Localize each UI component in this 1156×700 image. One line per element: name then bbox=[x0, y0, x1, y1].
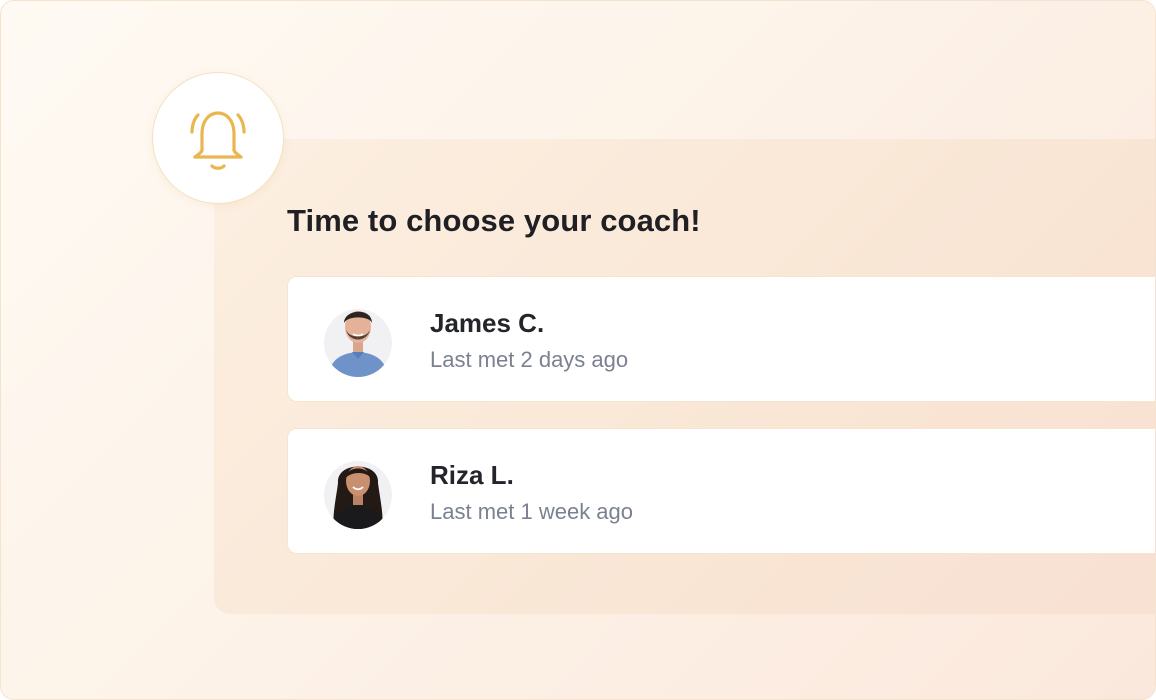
bell-icon bbox=[190, 111, 246, 170]
notification-title: Time to choose your coach! bbox=[287, 203, 701, 238]
coach-card-james[interactable]: James C. Last met 2 days ago bbox=[287, 276, 1155, 402]
coach-card-riza[interactable]: Riza L. Last met 1 week ago bbox=[287, 428, 1155, 554]
coach-last-met: Last met 2 days ago bbox=[430, 347, 629, 372]
coach-last-met: Last met 1 week ago bbox=[430, 499, 634, 524]
coach-name: James C. bbox=[430, 308, 545, 338]
notification-frame: Time to choose your coach! James C. Last… bbox=[0, 0, 1156, 700]
man-avatar bbox=[324, 301, 392, 377]
bell-badge bbox=[152, 72, 284, 204]
woman-avatar bbox=[324, 453, 392, 529]
coach-name: Riza L. bbox=[430, 460, 514, 490]
